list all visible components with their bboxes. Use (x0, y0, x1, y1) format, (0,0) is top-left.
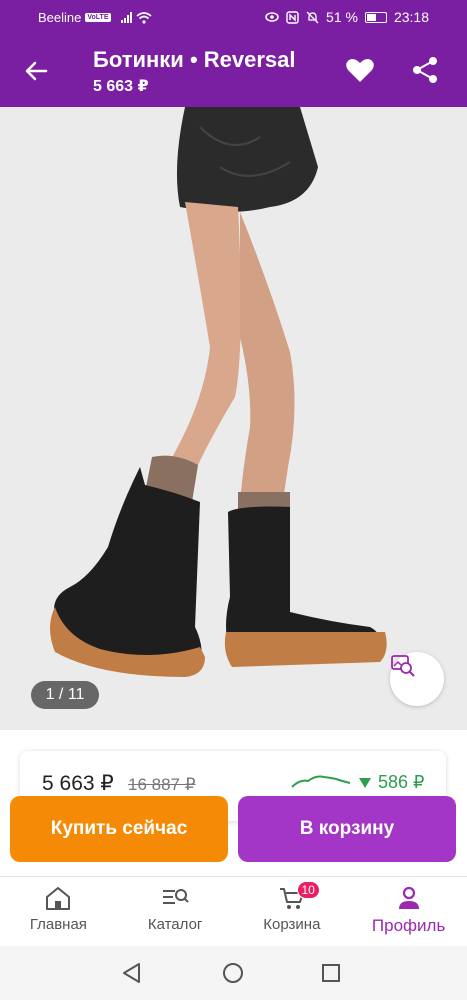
profile-icon (398, 886, 419, 909)
status-bar: Beeline VoLTE 51 % 23:18 (0, 0, 467, 35)
volte-badge: VoLTE (85, 13, 111, 22)
nav-label-catalog: Каталог (147, 916, 203, 933)
wifi-icon (135, 11, 152, 24)
clock: 23:18 (393, 9, 429, 25)
page-title: Ботинки • Reversal (93, 47, 296, 72)
header-price: 5 663 ₽ (93, 78, 149, 95)
buy-now-button[interactable]: Купить сейчас (10, 796, 228, 862)
app-bar: Ботинки • Reversal 5 663 ₽ (0, 35, 467, 107)
status-left: Beeline VoLTE (38, 10, 152, 25)
nfc-icon (286, 10, 299, 24)
price-diff-value: 586 ₽ (378, 772, 425, 792)
nav-item-catalog[interactable]: Каталог (117, 877, 234, 946)
carrier-name: Beeline (38, 10, 82, 25)
current-price: 5 663 ₽ (42, 772, 114, 795)
boots-illustration (50, 107, 387, 677)
title-block: Ботинки • Reversal 5 663 ₽ (93, 47, 321, 96)
cart-count-badge: 10 (296, 881, 320, 899)
nav-label-profile: Профиль (371, 916, 446, 935)
nav-item-profile[interactable]: Профиль (350, 877, 467, 946)
share-icon (413, 57, 437, 83)
status-right: 51 % 23:18 (265, 9, 429, 25)
battery-icon (364, 11, 387, 23)
system-home-icon[interactable] (222, 962, 244, 984)
system-nav-bar (0, 946, 467, 1000)
eye-icon (265, 12, 279, 22)
signal-icon (120, 12, 132, 23)
nav-label-cart: Корзина (263, 916, 321, 933)
gallery-page-indicator: 1 / 11 (31, 681, 99, 709)
product-photo[interactable]: 1 / 11 (0, 107, 467, 730)
battery-percent: 51 % (326, 9, 358, 25)
back-button[interactable] (20, 55, 52, 87)
home-icon (46, 887, 71, 910)
image-search-icon (391, 655, 415, 677)
share-button[interactable] (409, 54, 441, 86)
add-to-cart-button[interactable]: В корзину (238, 796, 456, 862)
system-back-icon[interactable] (121, 962, 143, 984)
nav-item-home[interactable]: Главная (0, 877, 117, 946)
nav-item-cart[interactable]: 10 Корзина (234, 877, 351, 946)
old-price: 16 887 ₽ (128, 775, 196, 794)
nav-label-home: Главная (29, 916, 87, 933)
catalog-search-icon (163, 889, 189, 904)
heart-icon (346, 59, 374, 82)
bottom-nav: Главная Каталог 10 Корзина Профиль (0, 876, 467, 946)
triangle-down-icon (359, 777, 371, 788)
arrow-left-icon (25, 61, 48, 81)
find-similar-button[interactable] (390, 652, 444, 706)
favorite-button[interactable] (344, 54, 376, 86)
mute-bell-icon (306, 11, 319, 23)
price-trend-icon (291, 775, 351, 788)
price-diff: 586 ₽ (358, 772, 425, 793)
system-recent-icon[interactable] (321, 963, 341, 983)
